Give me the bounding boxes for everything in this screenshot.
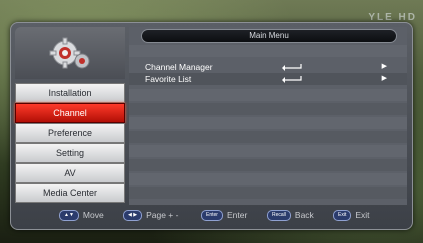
main-menu-panel: Installation Channel Preference Setting … xyxy=(10,22,413,230)
hint-move: ▲▼ Move xyxy=(59,209,104,222)
exit-key-icon: Exit xyxy=(333,210,352,222)
category-sidebar: Installation Channel Preference Setting … xyxy=(15,27,125,223)
submenu-label: Favorite List xyxy=(145,74,192,84)
empty-row xyxy=(129,145,407,157)
empty-row xyxy=(129,187,407,199)
menu-item-setting[interactable]: Setting xyxy=(15,143,125,163)
gear-icon xyxy=(49,37,90,69)
menu-item-channel[interactable]: Channel xyxy=(15,103,125,123)
empty-row xyxy=(129,131,407,143)
enter-arrow-icon xyxy=(282,76,302,83)
empty-row xyxy=(129,159,407,171)
hint-label: Page + - xyxy=(146,210,179,220)
menu-title: Main Menu xyxy=(141,29,397,43)
leftright-key-icon: ◀ ▶ xyxy=(123,210,143,222)
empty-row xyxy=(129,103,407,115)
chevron-right-icon: ▶ xyxy=(381,63,387,70)
menu-item-media-center[interactable]: Media Center xyxy=(15,183,125,203)
hint-label: Exit xyxy=(355,210,370,220)
enter-arrow-icon xyxy=(282,64,302,71)
hint-back: Recall Back xyxy=(267,209,314,222)
submenu-row-channel-manager[interactable]: Channel Manager ▶ xyxy=(129,61,407,73)
chevron-right-icon: ▶ xyxy=(381,75,387,82)
menu-item-av[interactable]: AV xyxy=(15,163,125,183)
key-hint-bar: ▲▼ Move ◀ ▶ Page + - Enter Enter Recall Back… xyxy=(15,207,407,223)
enter-key-icon: Enter xyxy=(201,210,223,222)
empty-row xyxy=(129,173,407,185)
hint-exit: Exit Exit xyxy=(333,209,370,222)
recall-key-icon: Recall xyxy=(267,210,291,222)
updown-key-icon: ▲▼ xyxy=(59,210,79,222)
gear-logo xyxy=(15,27,125,79)
empty-row xyxy=(129,89,407,101)
submenu-row-favorite-list[interactable]: Favorite List ▶ xyxy=(129,73,407,85)
hint-label: Enter xyxy=(226,210,248,220)
hint-page: ◀ ▶ Page + - xyxy=(123,209,179,222)
list-spacer xyxy=(129,45,407,57)
hint-label: Move xyxy=(82,210,104,220)
empty-row xyxy=(129,117,407,129)
menu-item-preference[interactable]: Preference xyxy=(15,123,125,143)
hint-label: Back xyxy=(294,210,314,220)
menu-item-installation[interactable]: Installation xyxy=(15,83,125,103)
submenu-area: Main Menu Channel Manager ▶ Favorite Lis… xyxy=(129,27,407,205)
submenu-label: Channel Manager xyxy=(145,62,213,72)
hint-enter: Enter Enter xyxy=(201,209,248,222)
